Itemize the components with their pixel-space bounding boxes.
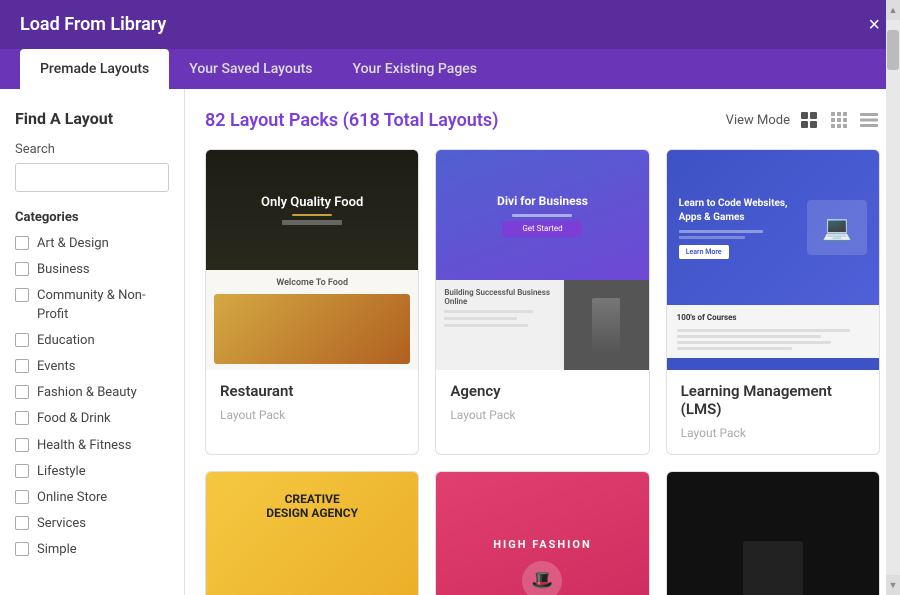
close-button[interactable]: × bbox=[868, 15, 880, 35]
tab-saved[interactable]: Your Saved Layouts bbox=[169, 49, 332, 89]
category-fashion-beauty[interactable]: Fashion & Beauty bbox=[15, 384, 169, 402]
card-preview-design-agency: CREATIVEDESIGN AGENCY bbox=[206, 472, 418, 595]
food-image bbox=[214, 294, 410, 364]
view-grid-large-icon[interactable] bbox=[798, 109, 820, 131]
category-services[interactable]: Services bbox=[15, 515, 169, 533]
view-list-icon[interactable] bbox=[858, 109, 880, 131]
card-info-agency: Agency Layout Pack bbox=[436, 370, 648, 436]
layout-card-dark[interactable]: Dark Layout Pack bbox=[666, 471, 880, 595]
view-mode: View Mode bbox=[726, 109, 880, 131]
cards-grid: Only Quality Food Welcome To Food bbox=[205, 149, 880, 595]
category-business[interactable]: Business bbox=[15, 261, 169, 279]
search-label: Search bbox=[15, 142, 169, 157]
card-info-restaurant: Restaurant Layout Pack bbox=[206, 370, 418, 436]
layout-card-lms[interactable]: Learn to Code Websites,Apps & Games Lear… bbox=[666, 149, 880, 455]
category-checkbox bbox=[15, 262, 29, 276]
modal-title: Load From Library bbox=[20, 14, 166, 35]
tab-premade[interactable]: Premade Layouts bbox=[20, 49, 169, 89]
category-events[interactable]: Events bbox=[15, 358, 169, 376]
scrollbar[interactable]: ▲ ▼ bbox=[886, 89, 900, 595]
card-info-lms: Learning Management (LMS) Layout Pack bbox=[667, 370, 879, 454]
layout-card-fashion[interactable]: HIGH FASHION 🎩 High Fashion Layout Pack bbox=[435, 471, 649, 595]
category-simple[interactable]: Simple bbox=[15, 541, 169, 559]
content-header: 82 Layout Packs (618 Total Layouts) View… bbox=[205, 109, 880, 131]
layout-card-design-agency[interactable]: CREATIVEDESIGN AGENCY Design Agency Layo… bbox=[205, 471, 419, 595]
category-checkbox bbox=[15, 385, 29, 399]
tab-existing[interactable]: Your Existing Pages bbox=[332, 49, 496, 89]
category-art-design[interactable]: Art & Design bbox=[15, 235, 169, 253]
card-preview-restaurant: Only Quality Food Welcome To Food bbox=[206, 150, 418, 370]
sidebar: Find A Layout Search Categories Art & De… bbox=[0, 89, 185, 595]
category-checkbox bbox=[15, 464, 29, 478]
category-checkbox bbox=[15, 236, 29, 250]
main-content: 82 Layout Packs (618 Total Layouts) View… bbox=[185, 89, 900, 595]
sidebar-title: Find A Layout bbox=[15, 109, 169, 128]
category-checkbox bbox=[15, 490, 29, 504]
modal-body: Find A Layout Search Categories Art & De… bbox=[0, 89, 900, 595]
categories-title: Categories bbox=[15, 210, 169, 225]
modal-container: Load From Library × Premade Layouts Your… bbox=[0, 0, 900, 595]
card-preview-lms: Learn to Code Websites,Apps & Games Lear… bbox=[667, 150, 879, 370]
category-education[interactable]: Education bbox=[15, 332, 169, 350]
view-grid-small-icon[interactable] bbox=[828, 109, 850, 131]
category-checkbox bbox=[15, 516, 29, 530]
category-checkbox bbox=[15, 438, 29, 452]
modal-header: Load From Library × bbox=[0, 0, 900, 49]
restaurant-bottom: Welcome To Food bbox=[206, 270, 418, 370]
layout-card-agency[interactable]: Divi for Business Get Started Building S… bbox=[435, 149, 649, 455]
restaurant-headline: Only Quality Food bbox=[261, 195, 363, 210]
category-checkbox bbox=[15, 288, 29, 302]
category-checkbox bbox=[15, 359, 29, 373]
card-preview-agency: Divi for Business Get Started Building S… bbox=[436, 150, 648, 370]
search-input[interactable] bbox=[15, 163, 169, 192]
category-lifestyle[interactable]: Lifestyle bbox=[15, 463, 169, 481]
scroll-down-arrow[interactable]: ▼ bbox=[886, 575, 900, 595]
category-community-nonprofit[interactable]: Community & Non-Profit bbox=[15, 287, 169, 323]
restaurant-top: Only Quality Food bbox=[206, 150, 418, 270]
category-checkbox bbox=[15, 411, 29, 425]
category-food-drink[interactable]: Food & Drink bbox=[15, 410, 169, 428]
category-checkbox bbox=[15, 333, 29, 347]
card-preview-dark bbox=[667, 472, 879, 595]
category-checkbox bbox=[15, 542, 29, 556]
category-health-fitness[interactable]: Health & Fitness bbox=[15, 437, 169, 455]
layout-count: 82 Layout Packs (618 Total Layouts) bbox=[205, 110, 498, 131]
layout-card-restaurant[interactable]: Only Quality Food Welcome To Food bbox=[205, 149, 419, 455]
category-online-store[interactable]: Online Store bbox=[15, 489, 169, 507]
card-preview-fashion: HIGH FASHION 🎩 bbox=[436, 472, 648, 595]
scroll-track bbox=[886, 89, 900, 575]
tabs-bar: Premade Layouts Your Saved Layouts Your … bbox=[0, 49, 900, 89]
